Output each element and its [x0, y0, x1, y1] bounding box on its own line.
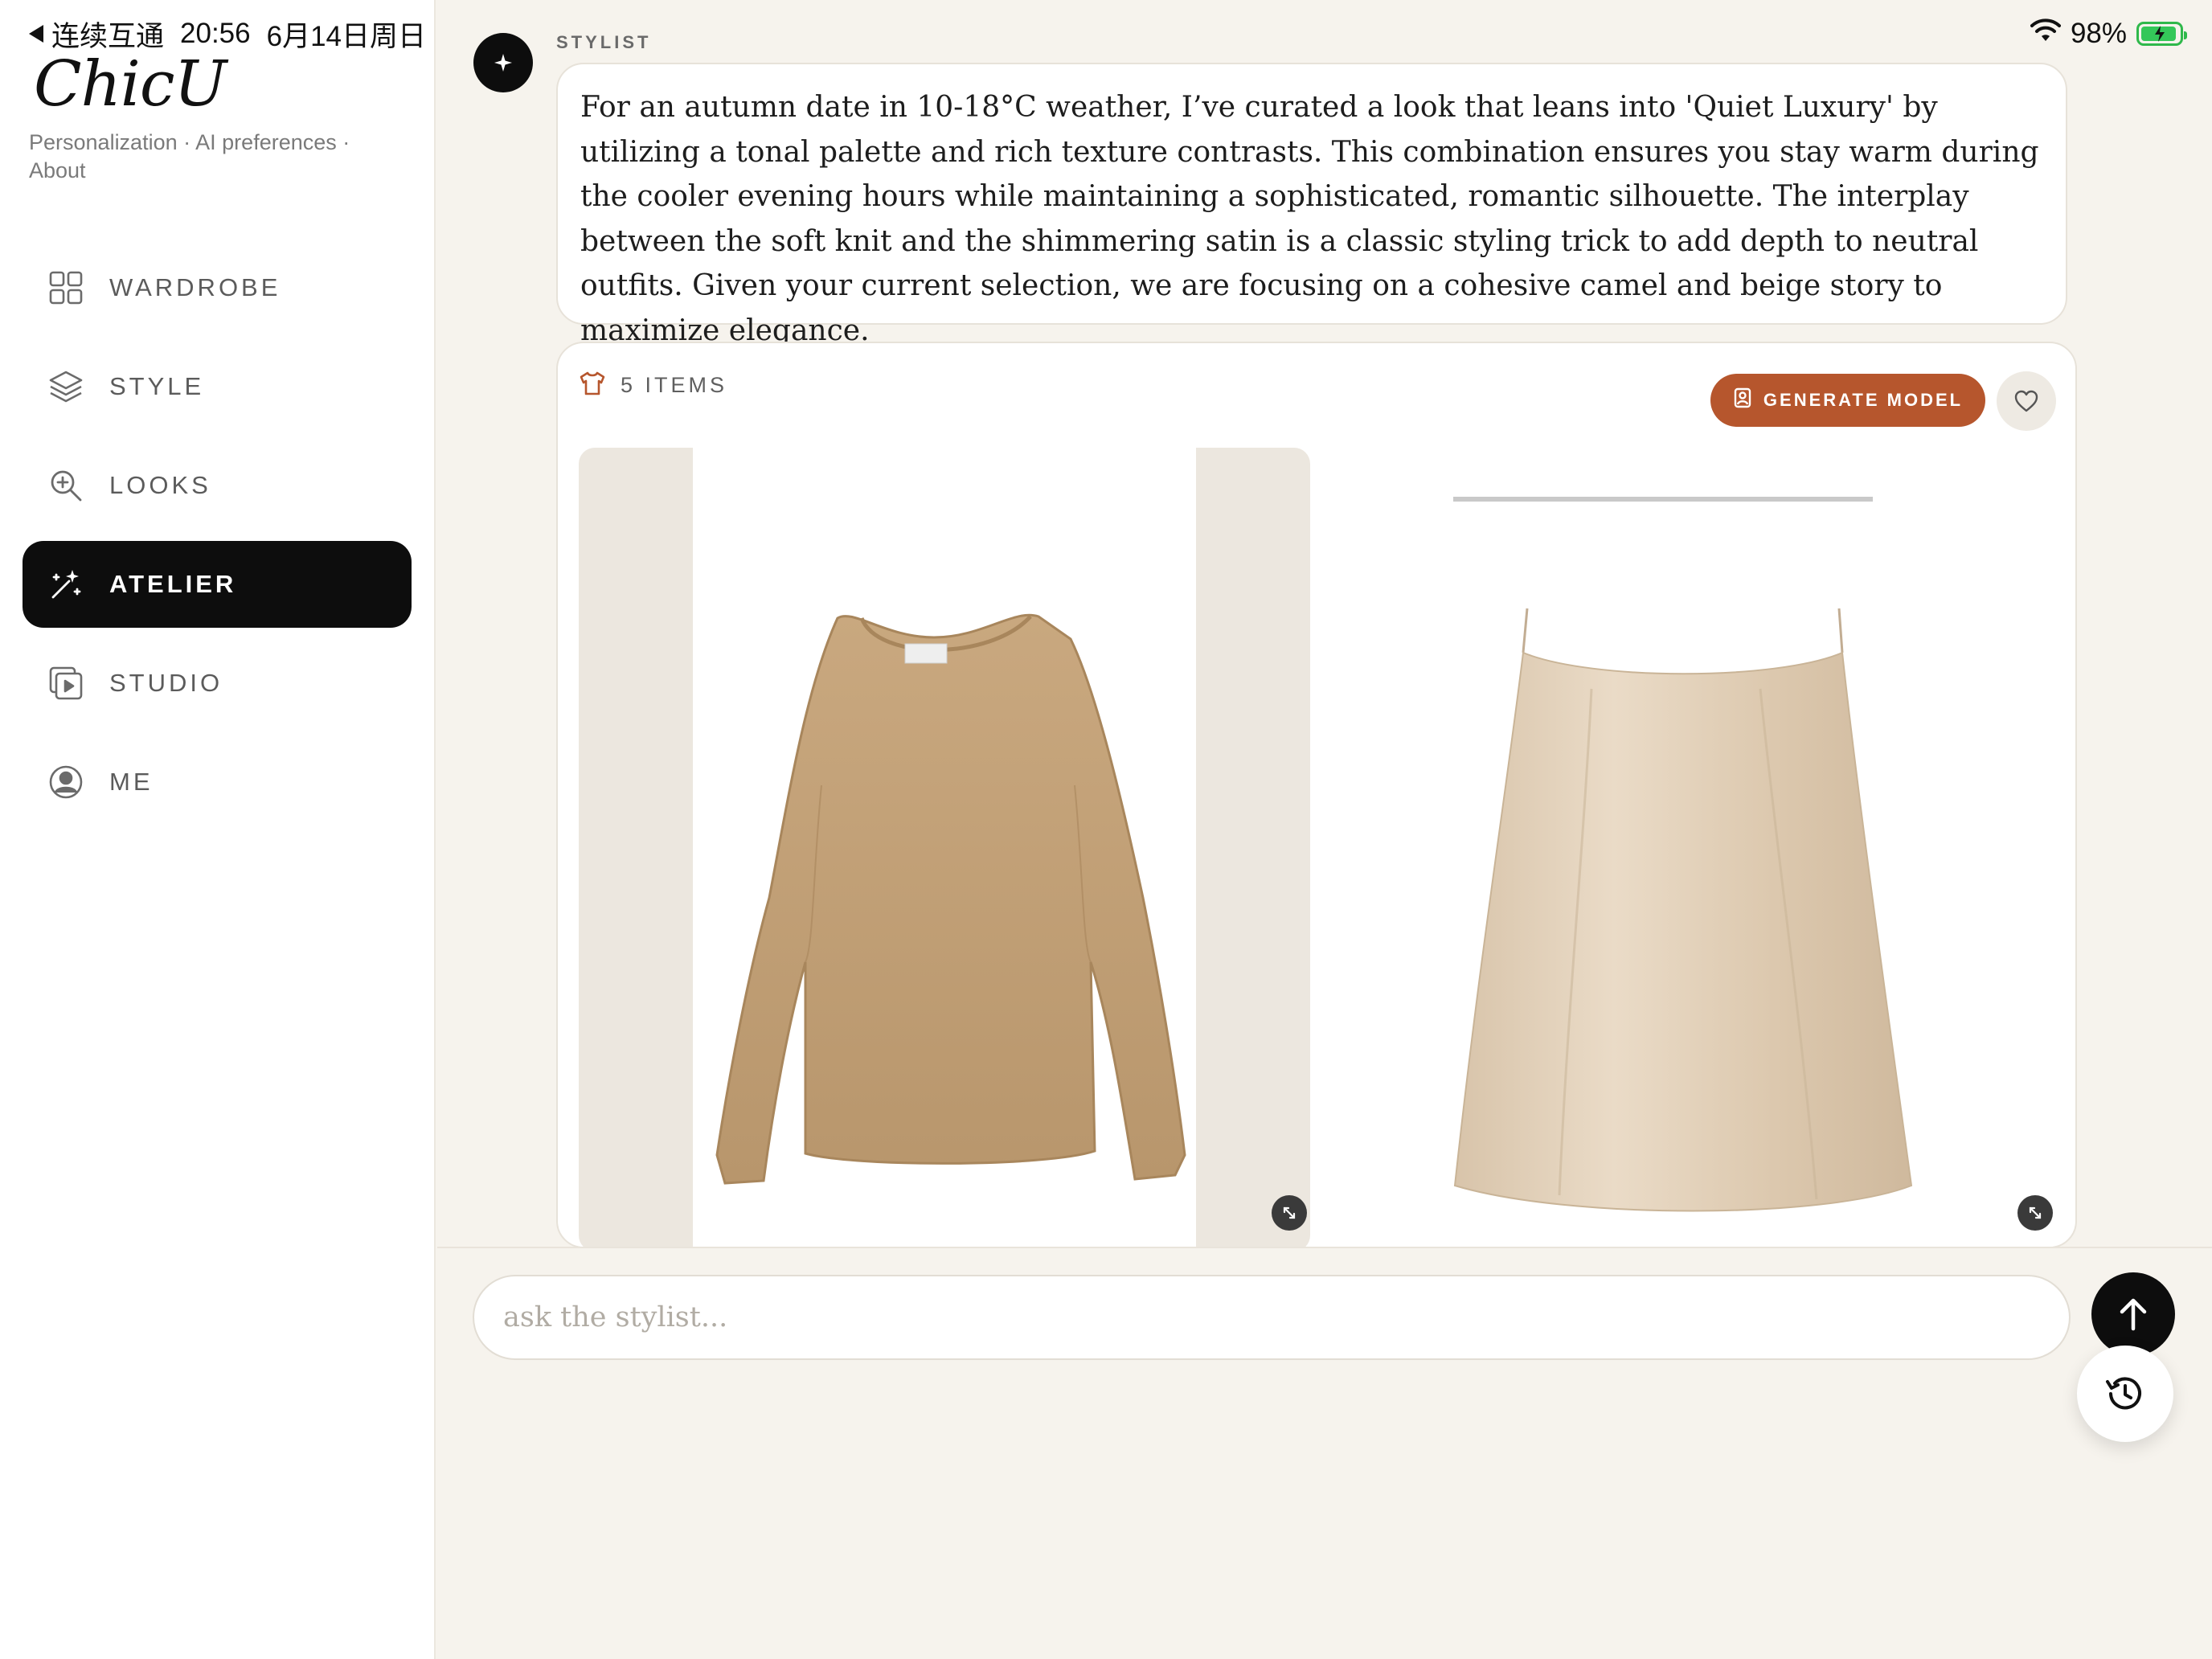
expand-icon: [1283, 1206, 1296, 1219]
history-button[interactable]: [2077, 1346, 2173, 1442]
outfit-card: 5 ITEMS GENERATE MODEL: [556, 342, 2077, 1248]
sidebar-item-looks[interactable]: LOOKS: [23, 442, 412, 529]
send-button[interactable]: [2091, 1272, 2175, 1356]
outfit-header: 5 ITEMS: [579, 371, 727, 400]
sweater-image: [693, 448, 1196, 1247]
back-app-label: 连续互通: [51, 20, 165, 52]
wifi-icon: [2030, 18, 2061, 50]
sidebar-item-style[interactable]: STYLE: [23, 343, 412, 430]
sidebar-item-wardrobe[interactable]: WARDROBE: [23, 244, 412, 331]
zoom-icon: [47, 466, 85, 505]
sparkle-icon: [494, 54, 512, 72]
tshirt-icon: [579, 371, 606, 400]
expand-button[interactable]: [1272, 1195, 1307, 1231]
item-count: 5 ITEMS: [621, 373, 728, 397]
magic-wand-icon: [47, 565, 85, 604]
status-bar-left: 连续互通 20:56 6月14日周日: [29, 14, 426, 53]
sidebar-item-label: WARDROBE: [109, 273, 281, 301]
message-sender: STYLIST: [556, 32, 652, 52]
sidebar-item-me[interactable]: ME: [23, 739, 412, 825]
expand-button[interactable]: [2017, 1195, 2053, 1231]
model-icon: [1733, 387, 1752, 414]
battery-icon: [2136, 22, 2187, 46]
sidebar-item-label: ATELIER: [109, 570, 237, 598]
stylist-avatar: [473, 33, 533, 92]
sidebar-item-studio[interactable]: STUDIO: [23, 640, 412, 727]
personalization-link[interactable]: Personalization: [29, 130, 178, 154]
favorite-button[interactable]: [1997, 371, 2056, 431]
sidebar-nav: WARDROBE STYLE LOOKS ATELIER STUDIO ME: [23, 244, 412, 838]
status-time: 20:56: [180, 18, 251, 49]
expand-icon: [2029, 1206, 2042, 1219]
play-gallery-icon: [47, 664, 85, 703]
outfit-item-tile[interactable]: [1326, 448, 2058, 1247]
grid-icon: [47, 268, 85, 307]
link-separator: ·: [183, 130, 191, 154]
arrow-up-icon: [2120, 1298, 2147, 1331]
sidebar: ChicU Personalization · AI preferences ·…: [0, 0, 436, 1659]
sidebar-item-label: ME: [109, 768, 154, 796]
sidebar-item-label: LOOKS: [109, 471, 211, 499]
back-to-app[interactable]: 连续互通: [29, 14, 164, 55]
skirt-image: [1326, 448, 2058, 1247]
battery-percent: 98%: [2070, 18, 2127, 49]
about-link[interactable]: About: [29, 158, 86, 182]
brand-logo: ChicU: [34, 48, 227, 121]
layers-icon: [47, 367, 85, 406]
history-icon: [2106, 1377, 2141, 1410]
generate-model-button[interactable]: GENERATE MODEL: [1710, 374, 1985, 427]
user-circle-icon: [47, 763, 85, 801]
ai-preferences-link[interactable]: AI preferences: [195, 130, 337, 154]
heart-icon: [2014, 390, 2038, 412]
ask-stylist-input[interactable]: ask the stylist...: [473, 1275, 2071, 1360]
generate-model-label: GENERATE MODEL: [1763, 390, 1964, 410]
sidebar-item-label: STUDIO: [109, 669, 223, 697]
settings-links: Personalization · AI preferences · About: [29, 129, 383, 185]
back-triangle-icon: [29, 25, 43, 43]
status-bar-right: 98%: [2030, 14, 2187, 53]
status-date: 6月14日周日: [266, 20, 427, 52]
sidebar-item-atelier[interactable]: ATELIER: [23, 541, 412, 628]
sidebar-item-label: STYLE: [109, 372, 205, 400]
link-separator: ·: [342, 130, 350, 154]
stylist-message: For an autumn date in 10-18°C weather, I…: [556, 63, 2067, 347]
outfit-item-tile[interactable]: [579, 448, 1310, 1247]
